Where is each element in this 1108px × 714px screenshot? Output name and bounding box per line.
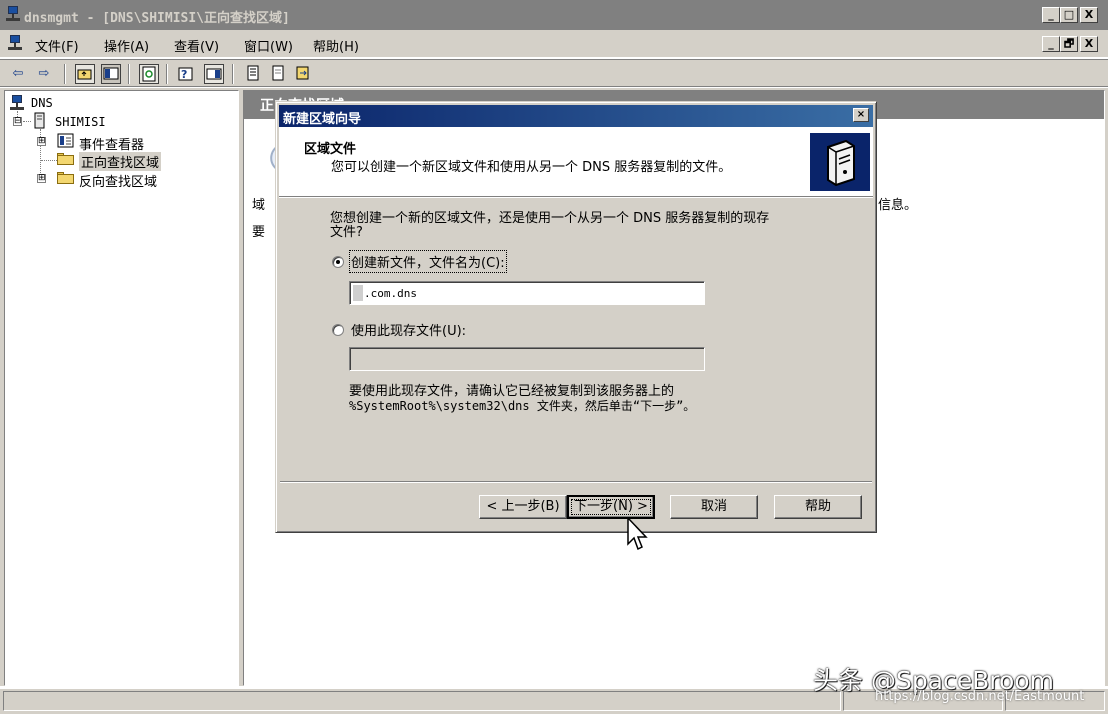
- folder-icon: [57, 172, 74, 184]
- event-viewer-icon: [57, 133, 74, 148]
- menu-view[interactable]: 查看(V): [174, 36, 219, 55]
- redacted-text: [353, 285, 363, 301]
- window-title-bar[interactable]: dnsmgmt - [DNS\SHIMISI\正向查找区域] _ □ X: [0, 0, 1108, 30]
- radio-create-new-file-label[interactable]: 创建新文件，文件名为(C):: [349, 250, 507, 273]
- wizard-note-line: 要使用此现存文件，请确认它已经被复制到该服务器上的: [349, 384, 675, 399]
- tree-expander-server[interactable]: ⊟: [13, 117, 22, 126]
- server-icon: [34, 112, 45, 129]
- folder-icon: [57, 153, 74, 165]
- mdi-close-button[interactable]: X: [1080, 36, 1098, 52]
- next-button[interactable]: 下一步(N) >: [567, 495, 655, 519]
- window-title: dnsmgmt - [DNS\SHIMISI\正向查找区域]: [24, 11, 290, 26]
- properties-icon[interactable]: [204, 64, 224, 84]
- cancel-button[interactable]: 取消: [670, 495, 758, 519]
- export-list-icon[interactable]: [293, 64, 313, 84]
- dns-root-icon: [9, 95, 25, 111]
- tree-node-event-viewer[interactable]: 事件查看器: [79, 134, 144, 153]
- dns-server-icon: [810, 133, 870, 191]
- focus-rect: [571, 499, 651, 515]
- toolbar-separator: [64, 64, 66, 84]
- forward-arrow-icon[interactable]: ⇨: [34, 64, 54, 84]
- wizard-page-title: 区域文件: [304, 142, 357, 157]
- dialog-title-bar[interactable]: 新建区域向导 ×: [279, 105, 873, 127]
- help-button[interactable]: 帮助: [774, 495, 862, 519]
- tree-expander-event-viewer[interactable]: ⊞: [37, 137, 46, 146]
- wizard-page-subtitle: 您可以创建一个新区域文件和使用从另一个 DNS 服务器复制的文件。: [331, 160, 732, 175]
- details-partial-text: 信息。: [878, 198, 918, 213]
- console-tree[interactable]: DNS ⊟ SHIMISI ⊞ 事件查看器 正向查找区域 ⊞ 反向查找区域: [4, 90, 239, 686]
- svg-text:?: ?: [181, 68, 187, 81]
- details-partial-text: 域: [252, 198, 266, 213]
- menu-help[interactable]: 帮助(H): [313, 36, 359, 55]
- tree-node-forward-lookup-zones[interactable]: 正向查找区域: [79, 152, 162, 171]
- tree-node-server[interactable]: SHIMISI: [55, 115, 106, 129]
- mdi-minimize-button[interactable]: _: [1042, 36, 1060, 52]
- help-icon[interactable]: ?: [176, 64, 196, 84]
- status-panel: [3, 691, 841, 711]
- new-zone-file-name-input[interactable]: .com.dns: [349, 281, 705, 305]
- new-zone-wizard-dialog[interactable]: 新建区域向导 × 区域文件 您可以创建一个新区域文件和使用从另一个 DNS 服务…: [275, 101, 877, 533]
- toolbar: ⇦ ⇨ ?: [0, 59, 1108, 87]
- minimize-button[interactable]: _: [1042, 7, 1060, 23]
- new-zone-file-name-value: .com.dns: [364, 287, 417, 300]
- details-partial-text: 要: [252, 225, 266, 240]
- watermark-url: https://blog.csdn.net/Eastmount: [875, 689, 1085, 704]
- toolbar-separator: [166, 64, 168, 84]
- radio-use-existing-file[interactable]: [332, 324, 344, 336]
- tree-expander-reverse-lookup[interactable]: ⊞: [37, 174, 46, 183]
- wizard-header: 区域文件 您可以创建一个新区域文件和使用从另一个 DNS 服务器复制的文件。: [279, 127, 873, 197]
- mdi-document-icon[interactable]: [7, 35, 23, 51]
- dialog-separator: [280, 481, 872, 483]
- wizard-question: 您想创建一个新的区域文件，还是使用一个从另一个 DNS 服务器复制的现存 文件?: [330, 212, 830, 240]
- maximize-button[interactable]: □: [1060, 7, 1078, 23]
- mdi-restore-button[interactable]: 🗗: [1060, 36, 1078, 52]
- existing-file-name-input[interactable]: [349, 347, 705, 371]
- tree-node-reverse-lookup-zones[interactable]: 反向查找区域: [79, 171, 157, 190]
- list-icon[interactable]: [243, 64, 263, 84]
- dialog-title: 新建区域向导: [283, 112, 362, 127]
- menu-window[interactable]: 窗口(W): [244, 36, 293, 55]
- show-tree-icon[interactable]: [101, 64, 121, 84]
- wizard-note-line: %SystemRoot%\system32\dns 文件夹，然后单击“下一步”。: [349, 399, 696, 413]
- toolbar-separator: [128, 64, 130, 84]
- dialog-close-button[interactable]: ×: [853, 108, 869, 122]
- dns-manager-icon: [5, 6, 21, 22]
- wizard-question-line: 文件?: [330, 225, 363, 240]
- up-folder-icon[interactable]: [75, 64, 95, 84]
- radio-use-existing-file-label[interactable]: 使用此现存文件(U):: [351, 320, 466, 339]
- toolbar-separator: [232, 64, 234, 84]
- wizard-question-line: 您想创建一个新的区域文件，还是使用一个从另一个 DNS 服务器复制的现存: [330, 211, 770, 226]
- mouse-pointer-icon: [627, 517, 648, 551]
- menu-action[interactable]: 操作(A): [104, 36, 149, 55]
- document-icon[interactable]: [268, 64, 288, 84]
- tree-node-dns[interactable]: DNS: [31, 96, 53, 110]
- close-window-button[interactable]: X: [1080, 7, 1098, 23]
- wizard-note: 要使用此现存文件，请确认它已经被复制到该服务器上的 %SystemRoot%\s…: [349, 384, 695, 414]
- refresh-icon[interactable]: [139, 64, 159, 84]
- radio-create-new-file[interactable]: [332, 256, 344, 268]
- menu-file[interactable]: 文件(F): [35, 36, 79, 55]
- back-button[interactable]: < 上一步(B): [479, 495, 567, 519]
- menu-bar: 文件(F) 操作(A) 查看(V) 窗口(W) 帮助(H) _ 🗗 X: [0, 30, 1108, 58]
- back-arrow-icon[interactable]: ⇦: [8, 64, 28, 84]
